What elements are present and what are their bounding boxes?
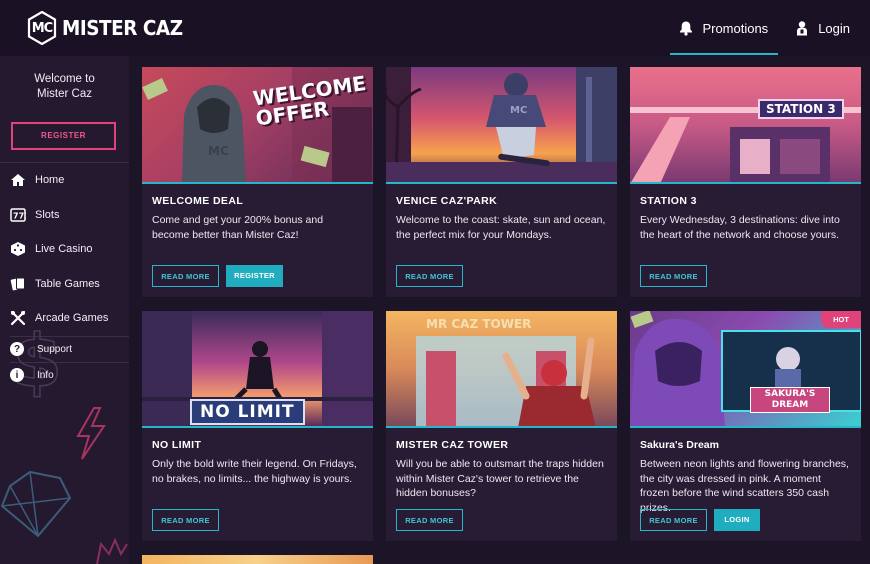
card-actions: READ MORE xyxy=(396,509,470,531)
card-description: Welcome to the coast: skate, sun and oce… xyxy=(396,214,606,241)
welcome-message: Welcome to Mister Caz xyxy=(0,72,129,102)
nav-login-label: Login xyxy=(818,20,850,36)
promo-card-mister-caz-tower: MR CAZ TOWER MISTER CAZ TOWER Will you b… xyxy=(386,311,617,541)
promo-card-station-3: STATION 3 STATION 3 Every Wednesday, 3 d… xyxy=(630,67,861,297)
joystick-icon xyxy=(10,310,26,326)
card-actions: READ MORE xyxy=(640,265,714,287)
card-description: Only the bold write their legend. On Fri… xyxy=(152,458,357,485)
cards-icon xyxy=(10,276,26,292)
crown-decoration-icon xyxy=(96,537,128,564)
card-description: Come and get your 200% bonus and become … xyxy=(152,214,324,241)
sidebar-item-label: Arcade Games xyxy=(35,312,109,325)
image-caption: NO LIMIT xyxy=(190,399,305,425)
sidebar-item-label: Live Casino xyxy=(35,243,93,256)
card-description: Will you be able to outsmart the traps h… xyxy=(396,458,604,499)
sidebar-item-slots[interactable]: 777 Slots xyxy=(0,198,129,233)
user-icon xyxy=(794,20,810,36)
sidebar-item-support[interactable]: ? Support xyxy=(0,337,129,362)
image-caption: MR CAZ TOWER xyxy=(426,317,532,331)
card-title: NO LIMIT xyxy=(152,439,202,451)
promo-image: MC xyxy=(386,67,617,184)
image-caption: SAKURA'S DREAM xyxy=(750,387,830,413)
login-button[interactable]: LOGIN xyxy=(714,509,760,531)
hot-badge: HOT xyxy=(821,311,861,328)
card-title: STATION 3 xyxy=(640,195,697,207)
svg-text:777: 777 xyxy=(13,211,26,220)
welcome-line-1: Welcome to xyxy=(34,73,95,85)
header-nav: Promotions Login xyxy=(670,0,850,56)
promo-image: MC WELCOME OFFER xyxy=(142,67,373,184)
bell-icon xyxy=(678,20,694,36)
card-description: Between neon lights and flowering branch… xyxy=(640,458,849,514)
sidebar-item-label: Table Games xyxy=(35,277,100,290)
svg-text:MC: MC xyxy=(510,105,527,116)
top-header: MC MISTER CAZ Promotions Login xyxy=(0,0,870,56)
sidebar-item-live-casino[interactable]: Live Casino xyxy=(0,232,129,267)
slots-icon: 777 xyxy=(10,207,26,223)
read-more-button[interactable]: READ MORE xyxy=(152,265,219,287)
promo-card-no-limit: NO LIMIT NO LIMIT Only the bold write th… xyxy=(142,311,373,541)
question-icon: ? xyxy=(10,342,24,356)
lightning-decoration-icon xyxy=(76,407,106,460)
card-title: VENICE CAZ'PARK xyxy=(396,195,498,207)
station-illustration xyxy=(630,107,861,182)
register-button[interactable]: REGISTER xyxy=(226,265,283,287)
read-more-button[interactable]: READ MORE xyxy=(152,509,219,531)
read-more-button[interactable]: READ MORE xyxy=(640,509,707,531)
nav-promotions-label: Promotions xyxy=(702,20,769,36)
promo-image: NO LIMIT xyxy=(142,311,373,428)
sidebar-item-label: Slots xyxy=(35,208,60,221)
card-actions: READ MORE LOGIN xyxy=(640,509,760,531)
image-caption: STATION 3 xyxy=(758,99,844,119)
sidebar-item-label: Support xyxy=(37,343,73,355)
read-more-button[interactable]: READ MORE xyxy=(396,265,463,287)
dice-icon xyxy=(10,241,26,257)
read-more-button[interactable]: READ MORE xyxy=(640,265,707,287)
sidebar-item-label: Info xyxy=(37,369,54,381)
svg-text:MC: MC xyxy=(208,144,229,158)
nav-promotions[interactable]: Promotions xyxy=(670,0,778,56)
brand-logo[interactable]: MC MISTER CAZ xyxy=(27,11,193,45)
card-description: Every Wednesday, 3 destinations: dive in… xyxy=(640,214,840,241)
card-actions: READ MORE xyxy=(152,509,226,531)
sidebar-item-arcade-games[interactable]: Arcade Games xyxy=(0,301,129,336)
card-title: WELCOME DEAL xyxy=(152,195,244,207)
promo-image: STATION 3 xyxy=(630,67,861,184)
sidebar: Welcome to Mister Caz REGISTER Home 777 … xyxy=(0,56,129,564)
skater-illustration: MC xyxy=(386,67,617,182)
logo-badge-text: MC xyxy=(31,20,54,36)
card-actions: READ MORE xyxy=(396,265,470,287)
sidebar-item-label: Home xyxy=(35,174,65,187)
promo-card-partial xyxy=(142,555,373,564)
diamond-decoration-icon xyxy=(0,470,72,538)
nav-login[interactable]: Login xyxy=(794,0,850,56)
promo-image: SAKURA'S DREAM HOT xyxy=(630,311,861,428)
logo-text: MISTER CAZ xyxy=(62,16,183,40)
promo-card-venice-cazpark: MC VENICE CAZ'PARK Welcome to the coast:… xyxy=(386,67,617,297)
card-title: Sakura's Dream xyxy=(640,439,719,451)
welcome-line-2: Mister Caz xyxy=(37,88,92,100)
sidebar-item-info[interactable]: i Info xyxy=(0,363,129,388)
read-more-button[interactable]: READ MORE xyxy=(396,509,463,531)
promo-card-welcome-deal: MC WELCOME OFFER WELCOME DEAL Come and g… xyxy=(142,67,373,297)
logo-badge-icon: MC xyxy=(27,11,57,45)
info-icon: i xyxy=(10,368,24,382)
sidebar-item-home[interactable]: Home xyxy=(0,163,129,198)
home-icon xyxy=(10,172,26,188)
sidebar-menu: Home 777 Slots Live Casino Table Games A… xyxy=(0,163,129,388)
card-title: MISTER CAZ TOWER xyxy=(396,439,509,451)
promo-card-sakuras-dream: SAKURA'S DREAM HOT Sakura's Dream Betwee… xyxy=(630,311,861,541)
promo-image: MR CAZ TOWER xyxy=(386,311,617,428)
sidebar-register-button[interactable]: REGISTER xyxy=(11,122,116,150)
sidebar-item-table-games[interactable]: Table Games xyxy=(0,267,129,302)
card-actions: READ MORE REGISTER xyxy=(152,265,283,287)
